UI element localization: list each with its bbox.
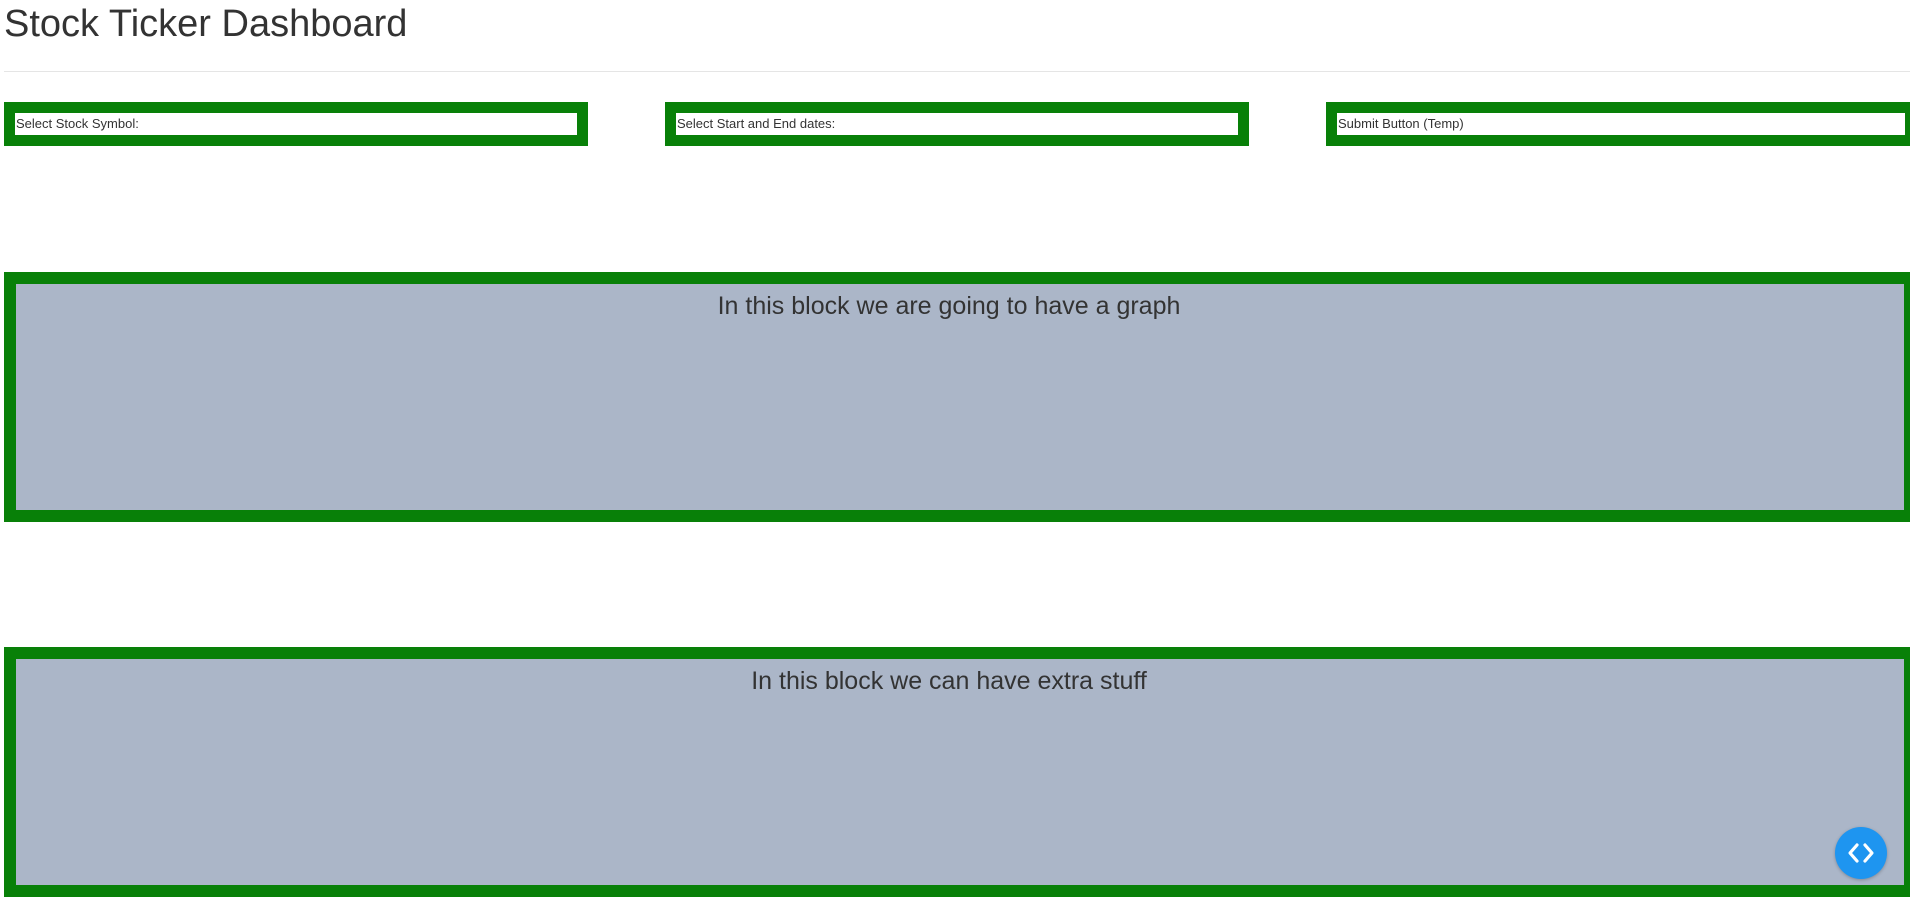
title-divider <box>4 71 1910 72</box>
extra-block-text: In this block we can have extra stuff <box>751 667 1147 695</box>
extra-block: In this block we can have extra stuff <box>4 647 1910 897</box>
graph-block-text: In this block we are going to have a gra… <box>717 292 1181 320</box>
date-range-control[interactable]: Select Start and End dates: <box>665 102 1249 146</box>
dashboard-page: Stock Ticker Dashboard Select Stock Symb… <box>0 0 1910 904</box>
graph-block: In this block we are going to have a gra… <box>4 272 1910 522</box>
stock-symbol-label: Select Stock Symbol: <box>16 116 139 131</box>
submit-button[interactable]: Submit Button (Temp) <box>1326 102 1910 146</box>
date-range-label: Select Start and End dates: <box>677 116 836 131</box>
submit-button-label: Submit Button (Temp) <box>1338 116 1464 131</box>
code-brackets-icon <box>1848 843 1874 863</box>
stock-symbol-control[interactable]: Select Stock Symbol: <box>4 102 588 146</box>
page-title: Stock Ticker Dashboard <box>4 3 408 45</box>
dev-tools-button[interactable] <box>1835 827 1887 879</box>
